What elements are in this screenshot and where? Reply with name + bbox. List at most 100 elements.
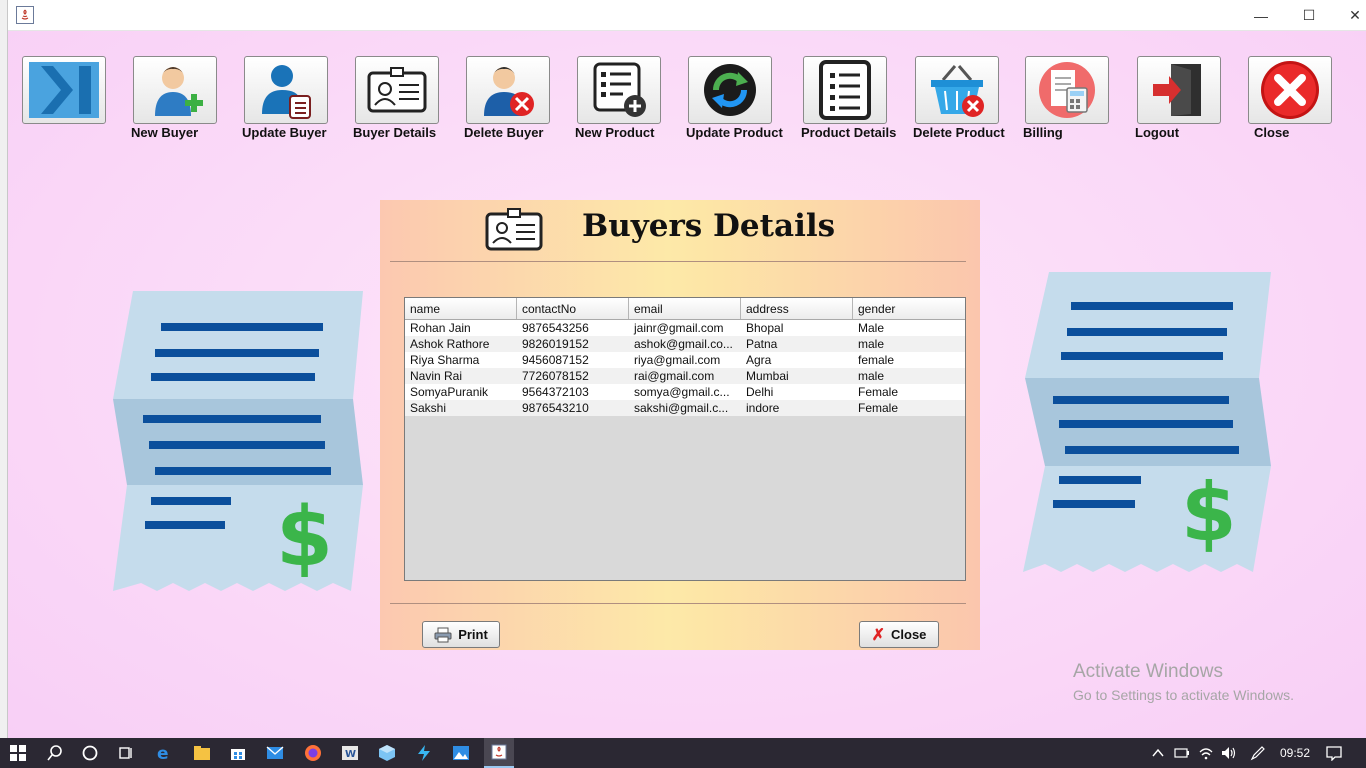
notification-icon[interactable] (1324, 743, 1344, 763)
collapse-arrow-icon (29, 62, 99, 118)
svg-text:$: $ (1181, 466, 1237, 559)
table-cell: Male (858, 321, 885, 335)
toolbar-update-buyer-button[interactable] (244, 56, 328, 124)
print-button[interactable]: Print (422, 621, 500, 648)
toolbar-label-update-buyer: Update Buyer (242, 125, 327, 140)
svg-text:e: e (157, 744, 169, 762)
battery-icon[interactable] (1172, 743, 1192, 763)
table-cell: Riya Sharma (410, 353, 480, 367)
toolbar-new-product-button[interactable] (577, 56, 661, 124)
table-cell: Bhopal (746, 321, 784, 335)
java-app-icon (16, 6, 34, 24)
file-explorer-icon[interactable] (192, 743, 212, 763)
toolbar-delete-product-button[interactable] (915, 56, 999, 124)
maximize-icon[interactable]: ☐ (1286, 0, 1332, 31)
toolbar-billing-button[interactable] (1025, 56, 1109, 124)
column-header-address[interactable]: address (741, 298, 853, 319)
volume-icon[interactable] (1219, 743, 1239, 763)
table-cell: 9564372103 (522, 385, 589, 399)
toolbar-delete-buyer-button[interactable] (466, 56, 550, 124)
close-button[interactable]: ✗ Close (859, 621, 939, 648)
pen-icon[interactable] (1248, 743, 1268, 763)
buyers-table[interactable]: name contactNo email address gender Roha… (404, 297, 966, 581)
start-icon[interactable] (8, 743, 28, 763)
table-cell: 7726078152 (522, 369, 589, 383)
delete-user-icon (484, 67, 534, 116)
toolbar-label-delete-buyer: Delete Buyer (464, 125, 544, 140)
logout-door-icon (1153, 64, 1201, 116)
watermark-title: Activate Windows (1073, 661, 1223, 682)
search-icon[interactable] (45, 743, 65, 763)
table-cell: 9456087152 (522, 353, 589, 367)
toolbar-close-button[interactable] (1248, 56, 1332, 124)
activate-windows-watermark: Activate Windows Go to Settings to activ… (1073, 661, 1294, 703)
table-cell: sakshi@gmail.c... (634, 401, 729, 415)
column-header-contact[interactable]: contactNo (517, 298, 629, 319)
store-icon[interactable] (228, 743, 248, 763)
toolbar-label-buyer-details: Buyer Details (353, 125, 437, 140)
toolbar-label-delete-product: Delete Product (913, 125, 1005, 140)
svg-text:$: $ (276, 490, 333, 585)
close-button-label: Close (891, 627, 927, 642)
id-card-icon (485, 208, 543, 251)
close-window-icon[interactable]: ✕ (1332, 0, 1366, 31)
watermark-subtitle: Go to Settings to activate Windows. (1073, 687, 1294, 703)
toolbar-new-buyer-button[interactable] (133, 56, 217, 124)
column-header-gender[interactable]: gender (853, 298, 963, 319)
id-card-icon (367, 67, 427, 113)
toolbar-update-product-button[interactable] (688, 56, 772, 124)
toolbar-label-product-details: Product Details (801, 125, 897, 140)
table-cell: Ashok Rathore (410, 337, 490, 351)
table-row[interactable]: Riya Sharma 9456087152 riya@gmail.com Ag… (405, 352, 965, 368)
table-cell: SomyaPuranik (410, 385, 489, 399)
buyers-details-dialog: Buyers Details name contactNo email addr… (380, 200, 980, 650)
table-cell: jainr@gmail.com (634, 321, 724, 335)
lightning-app-icon[interactable] (414, 743, 434, 763)
dialog-title: Buyers Details (582, 208, 836, 244)
table-cell: Navin Rai (410, 369, 463, 383)
update-user-icon (262, 65, 311, 119)
table-cell: Patna (746, 337, 778, 351)
cortana-icon[interactable] (80, 743, 100, 763)
toolbar-collapse-button[interactable] (22, 56, 106, 124)
table-row[interactable]: Ashok Rathore 9826019152 ashok@gmail.co.… (405, 336, 965, 352)
table-row[interactable]: Rohan Jain 9876543256 jainr@gmail.com Bh… (405, 320, 965, 336)
toolbar-label-new-product: New Product (575, 125, 655, 140)
table-cell: 9876543256 (522, 321, 589, 335)
table-cell: male (858, 337, 885, 351)
printer-icon (434, 627, 452, 642)
taskbar-clock[interactable]: 09:52 (1280, 746, 1310, 760)
java-taskbar-icon[interactable] (484, 738, 514, 768)
table-cell: female (858, 353, 895, 367)
column-header-name[interactable]: name (405, 298, 517, 319)
table-row[interactable]: Sakshi 9876543210 sakshi@gmail.c... indo… (405, 400, 965, 416)
svg-text:W: W (345, 749, 356, 760)
divider-bottom (390, 603, 966, 604)
toolbar-buyer-details-button[interactable] (355, 56, 439, 124)
toolbar-label-close: Close (1254, 125, 1290, 140)
refresh-icon (704, 64, 756, 116)
toolbar-label-billing: Billing (1023, 125, 1063, 140)
divider-top (390, 261, 966, 262)
table-row[interactable]: Navin Rai 7726078152 rai@gmail.com Mumba… (405, 368, 965, 384)
receipt-illustration-left: $ (113, 291, 363, 591)
toolbar-label-new-buyer: New Buyer (131, 125, 199, 140)
firefox-icon[interactable] (303, 743, 323, 763)
minimize-icon[interactable]: — (1238, 0, 1284, 31)
delete-basket-icon (931, 65, 984, 117)
toolbar-product-details-button[interactable] (803, 56, 887, 124)
mail-icon[interactable] (265, 743, 285, 763)
table-cell: Delhi (746, 385, 774, 399)
word-editor-icon[interactable]: W (340, 743, 360, 763)
table-cell: Female (858, 401, 899, 415)
photos-icon[interactable] (451, 743, 471, 763)
toolbar-logout-button[interactable] (1137, 56, 1221, 124)
chevron-up-icon[interactable] (1148, 743, 1168, 763)
edge-browser-icon[interactable]: e (155, 743, 175, 763)
3d-box-icon[interactable] (377, 743, 397, 763)
table-row[interactable]: SomyaPuranik 9564372103 somya@gmail.c...… (405, 384, 965, 400)
wifi-icon[interactable] (1196, 743, 1216, 763)
task-view-icon[interactable] (116, 743, 136, 763)
window-titlebar: — ☐ ✕ (8, 0, 1366, 31)
column-header-email[interactable]: email (629, 298, 741, 319)
